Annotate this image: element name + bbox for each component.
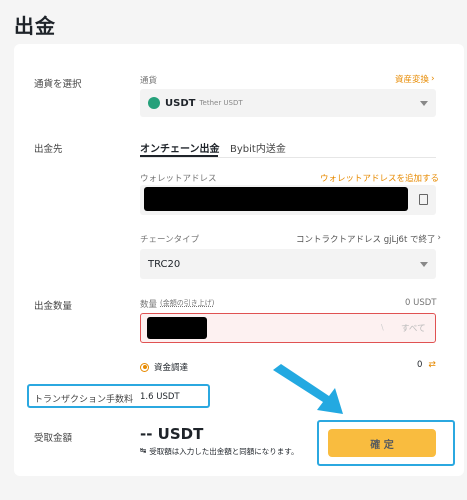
contract-address-link[interactable]: コントラクトアドレス gjLj6t で終了 › [296, 233, 441, 245]
chain-type-label: チェーンタイプ [140, 235, 200, 245]
funding-label: 資金調達 [154, 363, 189, 373]
radio-selected-icon [140, 362, 149, 372]
currency-code: USDT [165, 97, 196, 109]
convert-assets-link-label: 資産変換 [395, 75, 430, 85]
tab-divider [140, 157, 436, 158]
currency-select[interactable]: USDT Tether USDT [140, 89, 436, 117]
chevron-down-icon [420, 262, 428, 267]
swap-icon[interactable]: ⇄ [428, 360, 436, 370]
contract-address-text: コントラクトアドレス gjLj6t で終了 [296, 235, 436, 245]
add-wallet-address-link[interactable]: ウォレットアドレスを追加する [320, 172, 439, 184]
currency-name: Tether USDT [199, 99, 243, 107]
paste-icon[interactable] [419, 194, 428, 205]
confirm-button[interactable]: 確 定 [328, 429, 436, 457]
quantity-label-text: 数量 [140, 300, 158, 310]
quantity-label: 数量 (金額の引き上げ) [140, 298, 214, 310]
fee-label: トランザクション手数料 [34, 395, 134, 405]
amount-row-label: 出金数量 [34, 301, 73, 312]
funding-option[interactable]: 資金調達 [140, 361, 188, 373]
funding-value: 0 [417, 360, 423, 370]
withdraw-card: 通貨を選択 通貨 資産変換 › USDT Tether USDT 出金先 オンチ… [14, 44, 464, 476]
received-row-label: 受取金額 [34, 433, 73, 444]
max-button[interactable]: すべて [401, 322, 426, 334]
redacted-amount [147, 317, 207, 339]
tab-bybit-transfer[interactable]: Bybit内送金 [230, 140, 286, 155]
arrow-annotation [273, 364, 343, 414]
funding-balance: 0 ⇄ [417, 360, 436, 370]
received-note-text: 受取額は入力した出金額と同額になります。 [149, 447, 299, 456]
amount-input[interactable]: \ すべて [140, 313, 436, 343]
info-swap-icon: ↹ [140, 446, 147, 455]
page-title: 出金 [14, 14, 56, 38]
chain-type-select[interactable]: TRC20 [140, 249, 436, 279]
convert-assets-link[interactable]: 資産変換 › [395, 73, 435, 85]
chain-value: TRC20 [148, 258, 181, 270]
quantity-sublabel: (金額の引き上げ) [160, 299, 215, 307]
wallet-address-input[interactable] [140, 185, 436, 215]
available-amount: 0 USDT [405, 298, 437, 308]
received-amount: -- USDT [140, 425, 204, 443]
usdt-coin-icon [148, 97, 160, 109]
destination-row-label: 出金先 [34, 144, 63, 155]
tab-onchain[interactable]: オンチェーン出金 [140, 140, 220, 155]
amount-divider: \ [381, 323, 384, 332]
chevron-right-icon: › [431, 74, 435, 84]
fee-value: 1.6 USDT [140, 392, 180, 402]
chevron-down-icon [420, 101, 428, 106]
currency-row-label: 通貨を選択 [34, 79, 82, 90]
wallet-address-label: ウォレットアドレス [140, 174, 217, 184]
received-note: ↹ 受取額は入力した出金額と同額になります。 [140, 446, 299, 457]
chevron-right-icon: › [437, 233, 441, 243]
redacted-address [144, 187, 408, 211]
currency-field-label: 通貨 [140, 76, 158, 86]
